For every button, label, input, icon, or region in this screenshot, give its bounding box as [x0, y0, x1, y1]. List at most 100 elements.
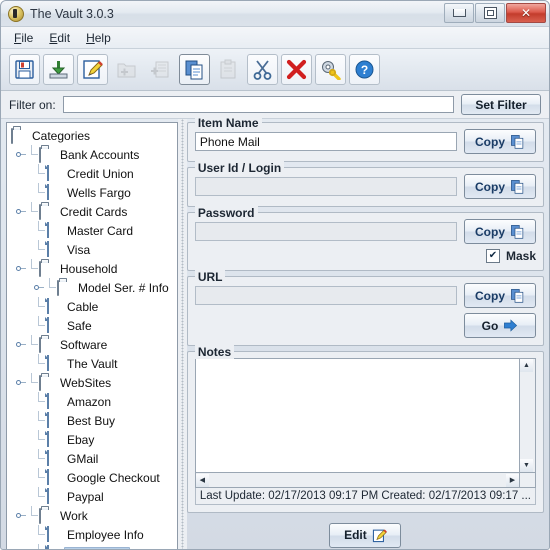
- copy-icon: [510, 179, 525, 194]
- tree-item-paypal[interactable]: Paypal: [7, 487, 177, 506]
- tree-item-visa[interactable]: Visa: [7, 240, 177, 259]
- tree-expand-toggle[interactable]: [15, 510, 26, 521]
- tree-item-master-card[interactable]: Master Card: [7, 221, 177, 240]
- details-pane: Item Name Phone Mail Copy User Id / Logi…: [187, 119, 549, 550]
- tree-item-google-checkout[interactable]: Google Checkout: [7, 468, 177, 487]
- cut-scissors-icon[interactable]: [247, 54, 278, 85]
- tree-connector: [26, 373, 39, 392]
- tree-item-amazon[interactable]: Amazon: [7, 392, 177, 411]
- tree-item-ebay[interactable]: Ebay: [7, 430, 177, 449]
- folder-icon: [39, 376, 54, 389]
- minimize-button[interactable]: [444, 3, 474, 23]
- menu-edit[interactable]: Edit: [42, 29, 77, 47]
- password-input[interactable]: [195, 222, 457, 241]
- tree-expand-toggle[interactable]: [15, 149, 26, 160]
- document-icon: [46, 452, 61, 465]
- url-input[interactable]: [195, 286, 457, 305]
- mask-label: Mask: [506, 249, 536, 263]
- item-name-input[interactable]: Phone Mail: [195, 132, 457, 151]
- category-tree[interactable]: Categories Bank AccountsCredit Union Wells…: [6, 122, 178, 550]
- tree-item-categories[interactable]: Categories: [7, 126, 177, 145]
- notes-scroll-region: ▲ ▼: [195, 358, 536, 473]
- tree-item-label: Visa: [64, 243, 93, 257]
- tree-item-best-buy[interactable]: Best Buy: [7, 411, 177, 430]
- help-question-icon[interactable]: ?: [349, 54, 380, 85]
- copy-user-id-button[interactable]: Copy: [464, 174, 536, 199]
- edit-button[interactable]: Edit: [329, 523, 401, 548]
- tree-item-work[interactable]: Work: [7, 506, 177, 525]
- tree-item-the-vault[interactable]: The Vault: [7, 354, 177, 373]
- footer-bar: Edit: [187, 518, 544, 550]
- tree-expand-toggle[interactable]: [33, 282, 44, 293]
- menu-help[interactable]: Help: [79, 29, 118, 47]
- vault-coin-icon: [8, 6, 24, 22]
- tree-item-label: Ebay: [64, 433, 97, 447]
- edit-pencil-icon[interactable]: [77, 54, 108, 85]
- document-icon: [46, 433, 61, 446]
- folder-icon: [39, 262, 54, 275]
- tree-item-model-ser-info[interactable]: Model Ser. # Info: [7, 278, 177, 297]
- split-divider[interactable]: [178, 119, 187, 550]
- copy-password-label: Copy: [475, 225, 505, 239]
- application-window: The Vault 3.0.3 ✕ File Edit Help: [0, 0, 550, 550]
- notes-horizontal-scroll-row: ◀ ▶: [195, 473, 536, 488]
- tree-item-household[interactable]: Household: [7, 259, 177, 278]
- tree-item-cable[interactable]: Cable: [7, 297, 177, 316]
- settings-gear-icon[interactable]: [315, 54, 346, 85]
- user-id-input[interactable]: [195, 177, 457, 196]
- filter-input[interactable]: [63, 96, 454, 113]
- tree-expand-toggle[interactable]: [15, 263, 26, 274]
- copy-url-button[interactable]: Copy: [464, 283, 536, 308]
- tree-item-label: Wells Fargo: [64, 186, 134, 200]
- tree-item-websites[interactable]: WebSites: [7, 373, 177, 392]
- folder-icon: [11, 129, 26, 142]
- filter-label: Filter on:: [9, 98, 56, 112]
- delete-x-icon[interactable]: [281, 54, 312, 85]
- tree-item-label: Categories: [29, 129, 93, 143]
- tree-item-label: Phone Mail: [64, 547, 130, 550]
- set-filter-button[interactable]: Set Filter: [461, 94, 541, 115]
- tree-item-bank-accounts[interactable]: Bank Accounts: [7, 145, 177, 164]
- maximize-button[interactable]: [475, 3, 505, 23]
- copy-url-label: Copy: [475, 289, 505, 303]
- tree-item-label: Best Buy: [64, 414, 118, 428]
- tree-item-label: Software: [57, 338, 110, 352]
- save-icon[interactable]: [9, 54, 40, 85]
- mask-checkbox[interactable]: ✔: [486, 249, 500, 263]
- copy-password-button[interactable]: Copy: [464, 219, 536, 244]
- copy-item-name-button[interactable]: Copy: [464, 129, 536, 154]
- menu-file[interactable]: File: [7, 29, 40, 47]
- notes-textarea[interactable]: [195, 358, 519, 473]
- document-icon: [46, 490, 61, 503]
- item-name-group: Item Name Phone Mail Copy: [187, 122, 544, 162]
- go-button[interactable]: Go: [464, 313, 536, 338]
- scroll-right-icon[interactable]: ▶: [506, 474, 519, 487]
- tree-item-gmail[interactable]: GMail: [7, 449, 177, 468]
- close-button[interactable]: ✕: [506, 3, 546, 23]
- scroll-up-icon[interactable]: ▲: [520, 359, 533, 372]
- tree-item-software[interactable]: Software: [7, 335, 177, 354]
- tree-connector: [26, 259, 39, 278]
- notes-horizontal-scrollbar[interactable]: ◀ ▶: [195, 473, 520, 488]
- minimize-icon: [453, 9, 466, 17]
- copy-icon[interactable]: [179, 54, 210, 85]
- tree-item-credit-union[interactable]: Credit Union: [7, 164, 177, 183]
- copy-icon: [510, 224, 525, 239]
- tree-item-employee-info[interactable]: Employee Info: [7, 525, 177, 544]
- document-icon: [46, 357, 61, 370]
- scroll-left-icon[interactable]: ◀: [196, 474, 209, 487]
- title-bar: The Vault 3.0.3 ✕: [1, 1, 549, 27]
- scroll-down-icon[interactable]: ▼: [520, 459, 533, 472]
- tree-item-safe[interactable]: Safe: [7, 316, 177, 335]
- svg-text:?: ?: [361, 63, 368, 77]
- tree-expand-toggle[interactable]: [15, 377, 26, 388]
- tree-expand-toggle[interactable]: [15, 339, 26, 350]
- notes-vertical-scrollbar[interactable]: ▲ ▼: [519, 358, 536, 473]
- tree-item-phone-mail[interactable]: Phone Mail: [7, 544, 177, 550]
- import-icon[interactable]: [43, 54, 74, 85]
- tree-item-wells-fargo[interactable]: Wells Fargo: [7, 183, 177, 202]
- tree-expand-toggle[interactable]: [15, 206, 26, 217]
- tree-item-credit-cards[interactable]: Credit Cards: [7, 202, 177, 221]
- copy-icon: [510, 134, 525, 149]
- folder-icon: [39, 205, 54, 218]
